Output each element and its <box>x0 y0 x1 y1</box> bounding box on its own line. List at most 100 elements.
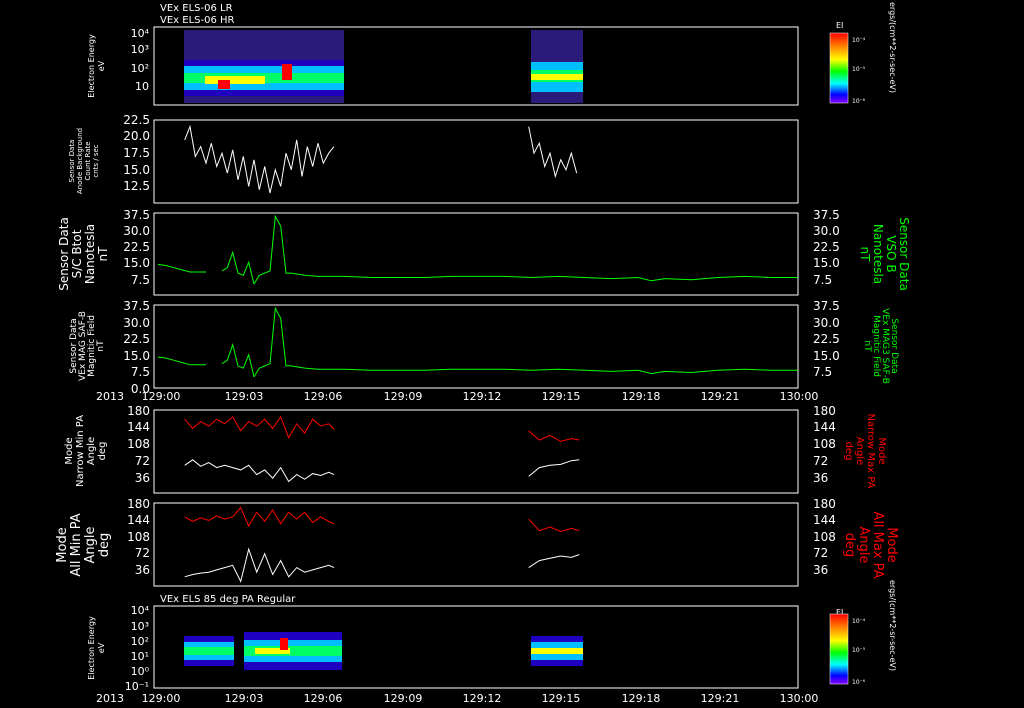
ylabel-line: eV <box>97 642 106 653</box>
series-line <box>184 459 335 483</box>
narrow-pa-lines <box>184 415 580 483</box>
ytick-right: 30.0 <box>813 224 840 238</box>
ytick: 10³ <box>131 43 149 56</box>
ylabel-right-line: nT <box>862 340 872 352</box>
ytick: 20.0 <box>123 129 150 143</box>
ytick: 22.5 <box>123 240 150 254</box>
time-tick: 129:03 <box>225 390 264 403</box>
series-line <box>221 343 255 378</box>
ylabel-spectrogram-85deg: Electron Energy eV <box>87 616 106 680</box>
spec-band-yellow-2 <box>531 74 583 80</box>
panel-frame <box>153 502 799 587</box>
time-tick: 129:03 <box>225 692 264 705</box>
ytick: 10¹ <box>131 650 149 663</box>
time-tick: 129:12 <box>463 692 502 705</box>
ytick-right: 108 <box>813 530 836 544</box>
time-tick: 130:00 <box>780 692 819 705</box>
panel-vex-mag: 37.5 30.0 22.5 15.0 7.5 0.0 37.5 30.0 22… <box>69 299 899 396</box>
panel-frame <box>153 119 799 204</box>
ytick: 10² <box>131 62 149 75</box>
plot-canvas: VEx ELS-06 LR VEx ELS-06 HR VEx ELS 85 d… <box>55 2 911 705</box>
ylabel-btot: Sensor Data S/C Btot Nanotesla nT <box>57 217 110 291</box>
series-line <box>528 126 578 179</box>
ylabel-right-btot: Sensor Data VSO B Nanotesla nT <box>858 217 911 291</box>
ytick: 7.5 <box>131 273 150 287</box>
ytick: 10³ <box>131 620 149 633</box>
ylabel-line: Mode <box>64 437 75 464</box>
time-tick: 129:09 <box>384 390 423 403</box>
ylabel-line: Sensor Data <box>68 140 76 183</box>
time-tick: 129:00 <box>142 692 181 705</box>
colorbar-tick: 10⁻⁴ <box>852 37 866 44</box>
all-pa-lines <box>184 506 580 583</box>
ytick: 36 <box>135 563 150 577</box>
title-lr: VEx ELS-06 LR <box>160 3 233 14</box>
ytick-right: 108 <box>813 437 836 451</box>
time-tick: 129:15 <box>542 692 581 705</box>
ylabel-line: Narrow Min PA <box>75 415 86 487</box>
ytick: 10² <box>131 635 149 648</box>
ytick-right: 30.0 <box>813 316 840 330</box>
ylabel-line: deg <box>97 442 108 461</box>
time-tick: 129:00 <box>142 390 181 403</box>
ytick-right: 36 <box>813 471 828 485</box>
panel-all-pa: 180 144 108 72 36 180 144 108 72 36 Mode… <box>55 497 899 587</box>
time-tick: 130:00 <box>780 390 819 403</box>
ytick: 108 <box>127 530 150 544</box>
ytick: 180 <box>127 497 150 511</box>
ytick: 180 <box>127 404 150 418</box>
ylabel-line: deg <box>97 533 112 558</box>
ylabel-right-all: Mode All Max PA Angle deg <box>842 511 899 578</box>
colorbar-tick: 10⁻⁴ <box>852 618 866 625</box>
ylabel-right-line: nT <box>858 247 872 263</box>
series-line <box>184 506 335 528</box>
ytick: 12.5 <box>123 179 150 193</box>
series-line <box>157 263 206 273</box>
ylabel-right-line: deg <box>843 442 854 461</box>
ylabel-line: eV <box>97 60 106 71</box>
ylabel-right-line: VSO B <box>884 235 898 272</box>
time-tick: 129:18 <box>622 692 661 705</box>
ylabel-right-line: Mode <box>884 527 899 562</box>
spec-hotspot-2 <box>282 64 292 80</box>
btot-line <box>157 214 798 285</box>
ylabel-right-line: All Max PA <box>870 511 885 578</box>
series-line <box>221 250 255 285</box>
ytick: 15.0 <box>123 163 150 177</box>
title-85deg: VEx ELS 85 deg PA Regular <box>160 594 296 605</box>
series-line <box>528 430 580 442</box>
ylabel-right-line: deg <box>842 533 857 558</box>
ylabel-line: Mode <box>55 527 70 562</box>
ytick-right: 15.0 <box>813 349 840 363</box>
ylabel-right-narrow: Mode Narrow Max PA Angle deg <box>843 414 887 489</box>
spec-band-yellow-3 <box>531 648 583 654</box>
spec-band-green <box>184 647 234 655</box>
ytick-right: 144 <box>813 513 836 527</box>
panel-anode-background: 22.5 20.0 17.5 15.0 12.5 Sensor Data Ano… <box>68 113 799 204</box>
ytick-right: 144 <box>813 420 836 434</box>
time-tick: 129:18 <box>622 390 661 403</box>
ytick: 10⁴ <box>131 604 150 617</box>
ylabel-line: nT <box>96 340 106 352</box>
series-line <box>253 306 798 378</box>
ytick-right: 180 <box>813 404 836 418</box>
time-tick: 129:15 <box>542 390 581 403</box>
ytick: 15.0 <box>123 349 150 363</box>
ylabel-line: S/C Btot <box>70 229 84 278</box>
series-line <box>253 214 798 285</box>
colorbar-tick: 10⁻⁵ <box>852 647 866 654</box>
panel-narrow-pa: 180 144 108 72 36 180 144 108 72 36 Mode… <box>64 404 887 494</box>
ylabel-anode: Sensor Data Anode Background Count Rate … <box>68 128 100 194</box>
series-line <box>157 356 206 366</box>
ytick-right: 72 <box>813 546 828 560</box>
spec-hotspot <box>280 638 288 650</box>
ylabel-mag: Sensor Data VEx MAG SAF-B Magnitic Field… <box>69 311 106 381</box>
spectrogram-top-data <box>184 30 583 103</box>
ylabel-line: Electron Energy <box>87 616 96 680</box>
ytick: 10⁴ <box>131 27 150 40</box>
ylabel-line: Nanotesla <box>83 224 97 284</box>
series-line <box>528 554 580 569</box>
ytick: 37.5 <box>123 208 150 222</box>
ylabel-line: nT <box>96 246 110 262</box>
title-hr: VEx ELS-06 HR <box>160 15 235 26</box>
